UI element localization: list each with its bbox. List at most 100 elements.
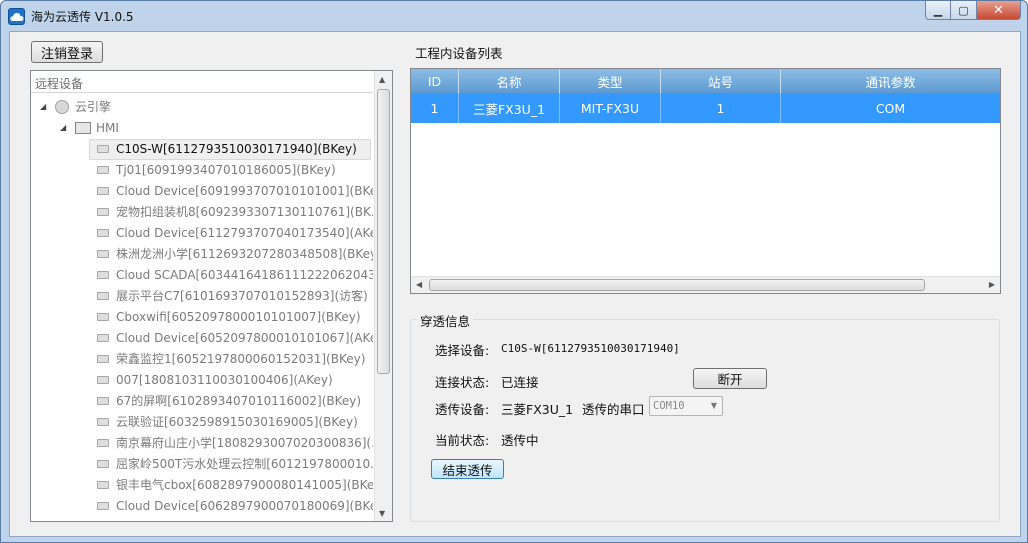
tree-device-item[interactable]: Cloud SCADA[6034416418611122206204З... [31,265,373,286]
cell-comm-params: COM [875,100,906,116]
tree-device-label: 南京幕府山庄小学[1808293007020300836](... [116,436,373,450]
hmi-icon [75,122,91,134]
tree-device-item[interactable]: Cloud Device[6062897900070180069](BKey) [31,496,373,517]
device-icon [97,502,109,510]
current-status-label: 当前状态: [435,433,490,448]
serial-port-value: COM10 [653,400,685,412]
conn-status-value: 已连接 [501,375,539,390]
device-icon [97,355,109,363]
pass-device-value: 三菱FX3U_1 [501,402,574,417]
tree-device-label: Cboxwifi[6052097800010101007](BKey) [116,310,361,324]
tree-device-item[interactable]: 67的屏啊[6102893407010116002](BKey) [31,391,373,412]
app-window: 海为云透传 V1.0.5 ▁ ▢ ✕ 注销登录 远程设备 ◢ 云引擎 ◢ HMI [0,0,1028,543]
remote-device-tree: 远程设备 ◢ 云引擎 ◢ HMI C10S-W[6112793510030171… [30,70,393,522]
minimize-button[interactable]: ▁ [925,1,951,20]
tree-body: ◢ 云引擎 ◢ HMI C10S-W[6112793510030171940](… [31,94,373,521]
tree-node-root[interactable]: ◢ 云引擎 [31,97,373,118]
scroll-left-icon[interactable]: ◀ [416,280,422,289]
tree-device-label: 展示平台C7[6101693707010152893](访客) [116,289,368,303]
pass-device-label: 透传设备: [435,402,490,417]
column-header-id[interactable]: ID [411,69,459,93]
device-grid: ID 名称 类型 站号 通讯参数 1 三菱FX3U_1 MIT-FX3U 1 C… [410,68,1001,294]
minimize-icon: ▁ [933,3,943,17]
tree-device-item[interactable]: 株洲龙洲小学[6112693207280348508](BKey) [31,244,373,265]
select-device-value: C10S-W[6112793510030171940] [501,342,680,355]
close-button[interactable]: ✕ [977,1,1021,20]
device-icon [97,418,109,426]
maximize-icon: ▢ [958,3,969,17]
select-device-label: 选择设备: [435,343,490,358]
device-icon [97,250,109,258]
tree-node-hmi[interactable]: ◢ HMI [31,118,373,139]
tree-device-item[interactable]: 宠物扣组装机8[6092393307130110761](BK... [31,202,373,223]
tree-device-item[interactable]: 007[1808103110030100406](AKey) [31,370,373,391]
table-row[interactable]: 1 三菱FX3U_1 MIT-FX3U 1 COM [411,93,1000,123]
maximize-button[interactable]: ▢ [951,1,977,20]
device-icon [97,460,109,468]
tree-device-item[interactable]: 南京幕府山庄小学[1808293007020300836](... [31,433,373,454]
window-title: 海为云透传 V1.0.5 [31,10,134,24]
device-icon [97,397,109,405]
tree-device-label: 株洲龙洲小学[6112693207280348508](BKey) [116,247,373,261]
tree-header: 远程设备 [31,71,373,93]
cloud-engine-icon [55,100,69,114]
tree-device-label: C10S-W[6112793510030171940](BKey) [116,142,357,156]
tree-device-item[interactable]: Cloud Device[6091993707010101001](BKey) [31,181,373,202]
tree-device-label: 007[1808103110030100406](AKey) [116,373,333,387]
grid-horizontal-scrollbar[interactable]: ◀ ▶ [411,276,1000,293]
device-icon [97,271,109,279]
tree-device-label: Tj01[6091993407010186005](BKey) [116,163,336,177]
grid-header: ID 名称 类型 站号 通讯参数 [411,69,1000,93]
passthrough-info-group: 穿透信息 选择设备: C10S-W[6112793510030171940] 连… [410,311,1000,522]
tree-device-item[interactable]: 云联验证[6032598915030169005](BKey) [31,412,373,433]
client-area: 注销登录 远程设备 ◢ 云引擎 ◢ HMI C10S-W[61127935100… [9,31,1021,537]
tree-vertical-scrollbar[interactable]: ▲ ▼ [374,71,392,521]
cell-station: 1 [661,93,781,123]
column-header-name[interactable]: 名称 [459,69,560,93]
tree-device-item[interactable]: 银丰电气cbox[6082897900080141005](BKey) [31,475,373,496]
cell-type: MIT-FX3U [560,93,661,123]
tree-device-label: 银丰电气cbox[6082897900080141005](BKey) [116,478,373,492]
scrollbar-thumb[interactable] [377,89,390,374]
tree-device-label: Cloud Device[6052097800010101067](AKey) [116,331,373,345]
tree-device-item[interactable]: C10S-W[6112793510030171940](BKey) [31,139,373,160]
tree-device-item[interactable]: Cboxwifi[6052097800010101007](BKey) [31,307,373,328]
tree-device-label: 云联验证[6032598915030169005](BKey) [116,415,358,429]
column-header-comm-params[interactable]: 通讯参数 [781,69,1000,93]
end-passthrough-button[interactable]: 结束透传 [431,459,504,479]
scroll-up-icon[interactable]: ▲ [379,75,385,84]
collapse-triangle-icon[interactable]: ◢ [60,124,68,132]
tree-device-item[interactable]: 荣鑫监控1[6052197800060152031](BKey) [31,349,373,370]
column-header-type[interactable]: 类型 [560,69,661,93]
device-icon [97,229,109,237]
device-icon [97,145,109,153]
close-icon: ✕ [993,2,1004,18]
tree-device-item[interactable]: Cloud Device[6052097800010101067](AKey) [31,328,373,349]
collapse-triangle-icon[interactable]: ◢ [40,103,48,111]
tree-device-label: Cloud Device[6062897900070180069](BKey) [116,499,373,513]
title-bar[interactable]: 海为云透传 V1.0.5 ▁ ▢ ✕ [1,1,1027,31]
tree-device-item[interactable]: 屈家岭500T污水处理云控制[6012197800010... [31,454,373,475]
disconnect-button[interactable]: 断开 [693,368,767,389]
tree-device-label: 宠物扣组装机8[6092393307130110761](BK... [116,205,373,219]
window-controls: ▁ ▢ ✕ [925,1,1021,21]
scrollbar-thumb[interactable] [429,279,925,291]
tree-root-label: 云引擎 [75,100,112,114]
tree-device-item[interactable]: Tj01[6091993407010186005](BKey) [31,160,373,181]
conn-status-label: 连接状态: [435,375,490,390]
tree-device-item[interactable]: Cloud Device[6112793707040173540](AKey) [31,223,373,244]
device-icon [97,439,109,447]
current-status-value: 透传中 [501,433,539,448]
tree-hmi-label: HMI [96,121,119,135]
column-header-station[interactable]: 站号 [661,69,781,93]
device-icon [97,166,109,174]
scroll-right-icon[interactable]: ▶ [989,280,995,289]
logout-button[interactable]: 注销登录 [31,41,103,63]
serial-port-select[interactable]: COM10 ▼ [649,396,723,416]
device-icon [97,481,109,489]
tree-device-item[interactable]: 展示平台C7[6101693707010152893](访客) [31,286,373,307]
tree-device-label: Cloud Device[6091993707010101001](BKey) [116,184,373,198]
device-icon [97,187,109,195]
device-icon [97,376,109,384]
scroll-down-icon[interactable]: ▼ [379,509,385,518]
